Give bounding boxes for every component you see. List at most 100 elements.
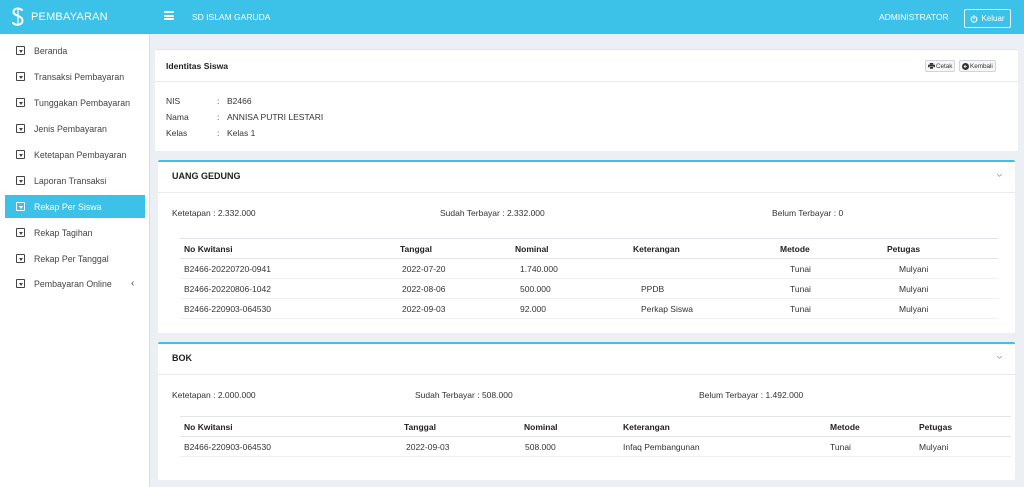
column-header: Metode [780,238,887,259]
caret-down-icon [16,202,25,211]
field-separator: : [217,96,220,106]
column-header: No Kwitansi [180,238,400,259]
school-name: SD ISLAM GARUDA [192,12,271,22]
back-button[interactable]: Kembali [959,60,996,72]
sidebar-item-label: Laporan Transaksi [34,175,107,186]
top-navbar: PEMBAYARAN SD ISLAM GARUDA ADMINISTRATOR… [0,0,1024,34]
column-header: Nominal [524,416,623,437]
sidebar-item-label: Rekap Per Siswa [34,201,102,212]
field-label: NIS [166,96,181,106]
print-button[interactable]: Cetak [925,60,956,72]
nis-value: B2466 [227,96,252,106]
payment-table: No Kwitansi Tanggal Nominal Keterangan M… [180,416,1011,457]
sidebar-item-transaksi-pembayaran[interactable]: Transaksi Pembayaran [5,65,145,88]
column-header: Keterangan [623,416,830,437]
brand-title: PEMBAYARAN [31,11,108,23]
table-header-row: No Kwitansi Tanggal Nominal Keterangan M… [180,416,1011,437]
sidebar-item-label: Ketetapan Pembayaran [34,149,127,160]
class-row: Kelas: Kelas 1 [166,128,255,138]
receipt-number: B2466-220903-064530 [180,436,404,457]
sidebar-item-label: Tunggakan Pembayaran [34,97,131,108]
payment-method: Tunai [830,436,919,457]
table-header-row: No Kwitansi Tanggal Nominal Keterangan M… [180,238,998,259]
column-header: Metode [830,416,919,437]
field-separator: : [217,112,220,122]
payment-method: Tunai [780,258,887,279]
column-header: Nominal [515,238,633,259]
table-row: B2466-220903-064530 2022-09-03 92.000 Pe… [180,298,998,319]
sidebar-item-label: Pembayaran Online [34,278,112,289]
sudah-terbayar-total: Sudah Terbayar : 508.000 [415,390,513,400]
column-header: Petugas [887,238,998,259]
divider [155,81,1018,82]
sidebar-item-label: Transaksi Pembayaran [34,71,125,82]
sudah-terbayar-total: Sudah Terbayar : 2.332.000 [440,208,545,218]
divider [158,192,1015,193]
receipt-number: B2466-20220720-0941 [180,258,400,279]
payment-date: 2022-09-03 [404,436,524,457]
name-row: Nama: ANNISA PUTRI LESTARI [166,112,323,122]
caret-down-icon [16,72,25,81]
user-name[interactable]: ADMINISTRATOR [879,12,949,22]
payment-date: 2022-07-20 [400,258,515,279]
field-label: Kelas [166,128,188,138]
ketetapan-total: Ketetapan : 2.332.000 [172,208,256,218]
caret-down-icon [16,176,25,185]
sidebar-item-rekap-per-siswa[interactable]: Rekap Per Siswa [5,195,145,218]
collapse-chevron-icon[interactable] [996,354,1003,361]
payment-officer: Mulyani [887,258,998,279]
sidebar-item-label: Rekap Tagihan [34,227,93,238]
card-title: Identitas Siswa [166,61,229,71]
student-identity-card: Identitas Siswa Cetak Kembali NIS: B2466 … [155,49,1018,151]
payment-amount: 508.000 [524,436,623,457]
payment-section-bok: BOK Ketetapan : 2.000.000 Sudah Terbayar… [158,342,1015,480]
payment-officer: Mulyani [887,298,998,319]
field-separator: : [217,128,220,138]
caret-down-icon [16,46,25,55]
payment-method: Tunai [780,278,887,299]
section-title: UANG GEDUNG [172,171,241,181]
column-header: Petugas [919,416,1011,437]
section-title: BOK [172,353,192,363]
caret-down-icon [16,279,25,288]
column-header: Tanggal [404,416,524,437]
sidebar-item-jenis-pembayaran[interactable]: Jenis Pembayaran [5,117,145,140]
sidebar-item-pembayaran-online[interactable]: Pembayaran Online ‹ [5,272,145,295]
payment-date: 2022-09-03 [400,298,515,319]
table-row: B2466-220903-064530 2022-09-03 508.000 I… [180,436,1011,457]
back-label: Kembali [970,62,993,70]
sidebar-item-ketetapan-pembayaran[interactable]: Ketetapan Pembayaran [5,143,145,166]
name-value: ANNISA PUTRI LESTARI [227,112,324,122]
brand[interactable]: PEMBAYARAN [0,0,150,34]
print-label: Cetak [936,62,953,70]
sidebar-item-rekap-per-tanggal[interactable]: Rekap Per Tanggal [5,247,145,270]
payment-amount: 1.740.000 [515,258,633,279]
sidebar-item-rekap-tagihan[interactable]: Rekap Tagihan [5,221,145,244]
caret-down-icon [16,98,25,107]
logout-label: Keluar [981,14,1005,23]
table-row: B2466-20220720-0941 2022-07-20 1.740.000… [180,258,998,279]
table-row: B2466-20220806-1042 2022-08-06 500.000 P… [180,278,998,299]
ketetapan-total: Ketetapan : 2.000.000 [172,390,256,400]
arrow-left-circle-icon [962,62,969,70]
sidebar-item-tunggakan-pembayaran[interactable]: Tunggakan Pembayaran [5,91,145,114]
payment-method: Tunai [780,298,887,319]
caret-down-icon [16,124,25,133]
logo-icon [12,7,24,26]
caret-down-icon [16,254,25,263]
sidebar-item-laporan-transaksi[interactable]: Laporan Transaksi [5,169,145,192]
sidebar-item-beranda[interactable]: Beranda [5,39,145,62]
nis-row: NIS: B2466 [166,96,252,106]
payment-section-uang-gedung: UANG GEDUNG Ketetapan : 2.332.000 Sudah … [158,160,1015,333]
column-header: No Kwitansi [180,416,404,437]
class-value: Kelas 1 [227,128,256,138]
collapse-chevron-icon[interactable] [996,172,1003,179]
logout-button[interactable]: Keluar [964,9,1011,28]
payment-note [633,258,780,279]
belum-terbayar-total: Belum Terbayar : 0 [772,208,844,218]
receipt-number: B2466-220903-064530 [180,298,400,319]
payment-officer: Mulyani [887,278,998,299]
caret-down-icon [16,150,25,159]
menu-toggle-icon[interactable] [164,11,174,21]
chevron-left-icon: ‹ [131,278,135,289]
